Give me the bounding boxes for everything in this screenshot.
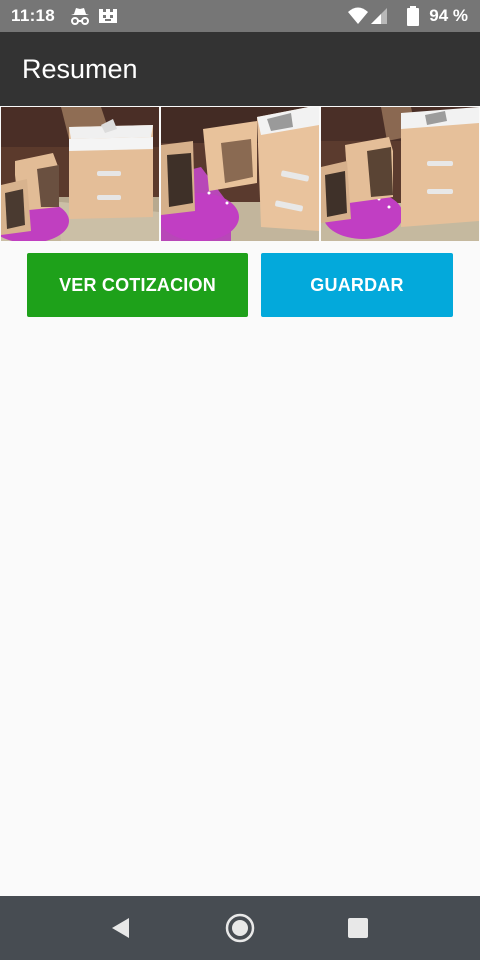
gallery-image-1[interactable] [1,107,159,241]
incognito-icon [69,6,91,26]
furniture-render-image [161,107,319,241]
battery-icon [406,6,420,26]
furniture-render-image [321,107,479,241]
cell-signal-icon [369,6,391,26]
back-icon[interactable] [102,910,138,946]
furniture-render-image [1,107,159,241]
battery-percent: 94 % [429,6,468,25]
home-icon[interactable] [222,910,258,946]
recents-icon[interactable] [340,910,376,946]
image-gallery [0,106,480,242]
page-title: Resumen [22,54,138,84]
notification-icon [97,6,119,26]
wifi-icon [347,6,369,26]
navigation-bar [0,896,480,960]
status-bar: 11:18 94 % [0,0,480,32]
gallery-image-2[interactable] [161,107,319,241]
status-time: 11:18 [11,6,56,25]
view-quote-button[interactable]: VER COTIZACION [27,253,248,317]
save-button[interactable]: GUARDAR [261,253,453,317]
app-bar: Resumen [0,32,480,106]
gallery-image-3[interactable] [321,107,479,241]
